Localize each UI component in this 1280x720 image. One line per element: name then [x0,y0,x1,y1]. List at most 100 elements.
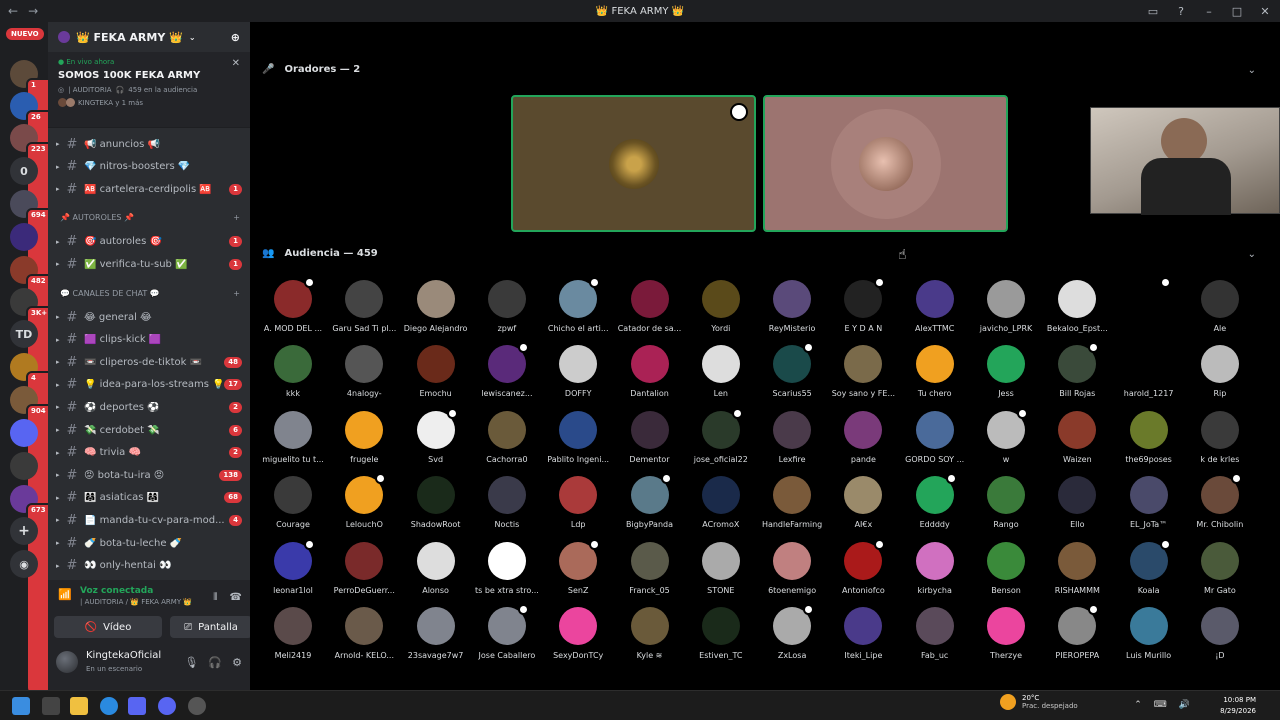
audience-member[interactable]: Therzye [971,607,1041,660]
audience-member[interactable]: Bekaloo_Epst... [1042,280,1112,333]
server-icon[interactable]: 0 [10,157,38,185]
audience-member[interactable]: Dementor [615,410,685,464]
audience-member[interactable]: Emochu [401,345,471,398]
audience-member[interactable]: jose_oficial22 [686,407,756,464]
minimize-button[interactable]: – [1202,3,1216,19]
audience-member[interactable]: kirbycha [900,541,970,595]
chevron-up-icon[interactable]: ⌃ [1134,700,1142,710]
audience-member[interactable]: Garu Sad Ti pl... [329,280,399,333]
windows-start-icon[interactable] [12,697,30,715]
speaker-tile[interactable] [511,95,756,232]
audience-member[interactable]: Arnold- KELO... [329,607,399,660]
audience-member[interactable]: ReyMisterio [757,280,827,333]
audience-member[interactable]: Eddddy [900,473,970,529]
audience-member[interactable]: leonar1lol [258,538,328,595]
audience-member[interactable]: the69poses [1114,410,1184,464]
audience-member[interactable]: ts be xtra stro... [472,541,542,595]
audience-member[interactable]: A. MOD DEL ... [258,277,328,333]
channel-item[interactable]: ▸ # 🆎 cartelera-cerdipolis 🆎 1 [56,179,242,199]
audience-member[interactable]: PerroDeGuerr... [329,541,399,595]
channel-item[interactable]: ▸ # 📄 manda-tu-cv-para-mod... 4 [56,510,242,530]
audience-member[interactable]: PIEROPEPA [1042,604,1112,660]
speakers-header[interactable]: 🎤 Oradores — 2 [262,64,360,75]
channel-item[interactable]: ▸ # 👩‍👩‍👧 asiaticas 👩‍👩‍👧 68 [56,488,242,508]
audience-member[interactable]: Bill Rojas [1042,342,1112,398]
clock[interactable]: 10:08 PM 8/29/2026 [1220,695,1256,717]
add-server-icon[interactable]: + [10,517,38,545]
audience-member[interactable]: Pablito Ingeni... [543,410,613,464]
audience-member[interactable]: pande [828,410,898,464]
avatar[interactable] [56,651,78,673]
channel-category[interactable]: 💬 CANALES DE CHAT 💬 + [60,285,240,301]
audience-member[interactable]: lewiscanez... [472,342,542,398]
audience-member[interactable]: Fab_uc [900,607,970,660]
channel-item[interactable]: ▸ # 🎯 autoroles 🎯 1 [56,232,242,252]
audience-member[interactable]: Soy sano y FE... [828,345,898,398]
channel-item[interactable]: ▸ # ⚽ deportes ⚽ 2 [56,397,242,417]
discover-icon[interactable]: ◉ [10,550,38,578]
audience-member[interactable]: Ello [1042,476,1112,529]
audience-member[interactable]: EL_JoTa™ [1114,476,1184,529]
plus-icon[interactable]: + [233,213,240,222]
help-icon[interactable]: ? [1174,3,1188,19]
audience-member[interactable]: Diego Alejandro [401,280,471,333]
audience-member[interactable]: Ale [1185,280,1255,333]
audience-member[interactable]: Kyle ≋ [615,607,685,660]
audience-member[interactable]: GORDO SOY ... [900,410,970,464]
channel-item[interactable]: ▸ # 🧠 trivia 🧠 2 [56,443,242,463]
audience-member[interactable]: Yordi [686,280,756,333]
audience-member[interactable]: zpwf [472,280,542,333]
server-icon[interactable] [10,452,38,480]
audience-member[interactable]: Iteki_Lipe [828,607,898,660]
disconnect-icon[interactable]: ☎ [230,592,242,603]
audience-member[interactable]: RISHAMMM [1042,541,1112,595]
plus-icon[interactable]: + [233,289,240,298]
obs-icon[interactable] [188,697,206,715]
audience-member[interactable]: BigbyPanda [615,473,685,529]
weather-widget[interactable]: 20°C Prac. despejado [1000,694,1078,710]
channel-item[interactable]: ▸ # 🟪 clips-kick 🟪 [56,330,242,350]
channel-item[interactable]: ▸ # 👀 only-hentai 👀 [56,556,242,576]
network-icon[interactable]: ⌨ [1154,700,1167,710]
audience-member[interactable]: 4nalogy- [329,345,399,398]
invite-user-icon[interactable]: ⊕ [231,31,240,44]
audience-member[interactable]: Jose Caballero [472,604,542,660]
edge-browser-icon[interactable] [100,697,118,715]
audience-member[interactable]: Lexfire [757,410,827,464]
back-arrow-icon[interactable]: ← [8,4,18,18]
audience-member[interactable]: LelouchO [329,473,399,529]
maximize-button[interactable]: □ [1230,3,1244,19]
audience-member[interactable]: SexyDonTCy [543,607,613,660]
channel-item[interactable]: ▸ # 📢 anuncios 📢 [56,134,242,154]
audience-member[interactable]: Luis Murillo [1114,607,1184,660]
audience-member[interactable]: Cachorra0 [472,410,542,464]
channel-item[interactable]: ▸ # 😡 bota-tu-ira 😡 138 [56,465,242,485]
audience-member[interactable]: Sen⁠Z [543,538,613,595]
audience-member[interactable]: AI€x [828,476,898,529]
audience-member[interactable]: Rip [1185,345,1255,398]
audience-member[interactable]: Dantalion [615,345,685,398]
guild-header[interactable]: 👑 FEKA ARMY 👑 ⌄ ⊕ [48,22,250,52]
close-icon[interactable]: ✕ [232,58,240,69]
audience-member[interactable]: Mr Gato [1185,541,1255,595]
server-icon[interactable] [10,419,38,447]
audience-member[interactable]: Estiven_TC [686,607,756,660]
channel-item[interactable]: ▸ # 🍼 bota-tu-leche 🍼 [56,533,242,553]
mic-icon[interactable]: 🎙 [184,656,198,669]
audience-member[interactable]: Rango [971,476,1041,529]
audience-member[interactable]: w [971,407,1041,464]
channel-item[interactable]: ▸ # ✅ verifica-tu-sub ✅ 1 [56,254,242,274]
audience-member[interactable]: 6toenemigo [757,541,827,595]
audience-member[interactable]: AlexTTMC [900,280,970,333]
soundboard-icon[interactable]: ⦀ [213,592,217,603]
discord-icon[interactable] [128,697,146,715]
task-view-icon[interactable] [42,697,60,715]
audience-member[interactable]: harold_1217 [1114,345,1184,398]
audience-member[interactable]: Mr. Chibolin [1185,473,1255,529]
chevron-down-icon[interactable]: ⌄ [1248,249,1256,260]
channel-item[interactable]: ▸ # 📼 cliperos-de-tiktok 📼 48 [56,352,242,372]
discord-app-icon[interactable] [158,697,176,715]
audience-member[interactable]: STONE [686,541,756,595]
audience-member[interactable]: frugele [329,410,399,464]
inbox-icon[interactable]: ▭ [1146,3,1160,19]
